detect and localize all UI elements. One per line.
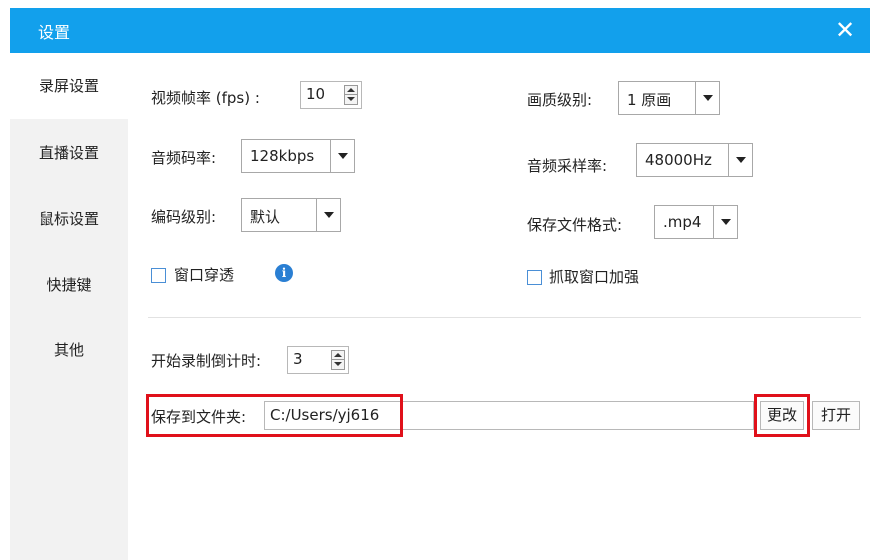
chevron-down-icon	[713, 206, 737, 238]
window-through-label: 窗口穿透	[174, 266, 235, 284]
sample-rate-value: 48000Hz	[645, 151, 712, 169]
open-button[interactable]: 打开	[812, 401, 860, 430]
divider	[148, 317, 861, 318]
window-through-checkbox[interactable]	[151, 268, 166, 283]
sidebar: 录屏设置 直播设置 鼠标设置 快捷键 其他	[10, 53, 128, 560]
change-button[interactable]: 更改	[760, 401, 804, 430]
chevron-down-icon	[728, 144, 752, 176]
quality-value: 1 原画	[627, 91, 672, 109]
quality-label: 画质级别:	[527, 91, 593, 109]
encode-level-value: 默认	[250, 208, 281, 226]
sample-rate-select[interactable]: 48000Hz	[636, 143, 753, 177]
chevron-down-icon	[330, 140, 354, 172]
sample-rate-label: 音频采样率:	[527, 157, 608, 175]
chevron-down-icon	[316, 199, 340, 231]
countdown-spinbox[interactable]: 3	[287, 346, 349, 374]
capture-enhance-label: 抓取窗口加强	[549, 268, 640, 286]
info-icon[interactable]: i	[275, 264, 293, 282]
countdown-label: 开始录制倒计时:	[151, 352, 262, 370]
file-format-label: 保存文件格式:	[527, 216, 623, 234]
fps-value: 10	[306, 85, 326, 103]
encode-level-label: 编码级别:	[151, 208, 217, 226]
fps-increment-button[interactable]	[345, 86, 357, 95]
countdown-decrement-button[interactable]	[332, 360, 344, 369]
title-bar: 设置 ✕	[10, 8, 870, 53]
capture-enhance-checkbox[interactable]	[527, 270, 542, 285]
save-folder-path-value: C:/Users/yj616	[270, 406, 380, 424]
quality-select[interactable]: 1 原画	[618, 81, 720, 115]
close-icon[interactable]: ✕	[832, 15, 858, 45]
countdown-increment-button[interactable]	[332, 351, 344, 360]
fps-spinbox[interactable]: 10	[300, 81, 362, 109]
encode-level-select[interactable]: 默认	[241, 198, 341, 232]
sidebar-item-live[interactable]: 直播设置	[10, 120, 128, 186]
sidebar-item-other[interactable]: 其他	[10, 317, 128, 383]
countdown-value: 3	[293, 350, 303, 368]
save-folder-path-input[interactable]: C:/Users/yj616	[264, 401, 754, 430]
sidebar-item-hotkeys[interactable]: 快捷键	[10, 252, 128, 318]
window-title: 设置	[38, 23, 71, 42]
fps-decrement-button[interactable]	[345, 95, 357, 104]
save-folder-label: 保存到文件夹:	[151, 408, 247, 426]
audio-bitrate-value: 128kbps	[250, 147, 315, 165]
sidebar-item-mouse[interactable]: 鼠标设置	[10, 186, 128, 252]
file-format-select[interactable]: .mp4	[654, 205, 738, 239]
sidebar-item-screen-record[interactable]: 录屏设置	[10, 53, 128, 119]
audio-bitrate-label: 音频码率:	[151, 149, 217, 167]
file-format-value: .mp4	[663, 213, 702, 231]
fps-label: 视频帧率 (fps) :	[151, 89, 260, 107]
audio-bitrate-select[interactable]: 128kbps	[241, 139, 355, 173]
chevron-down-icon	[695, 82, 719, 114]
